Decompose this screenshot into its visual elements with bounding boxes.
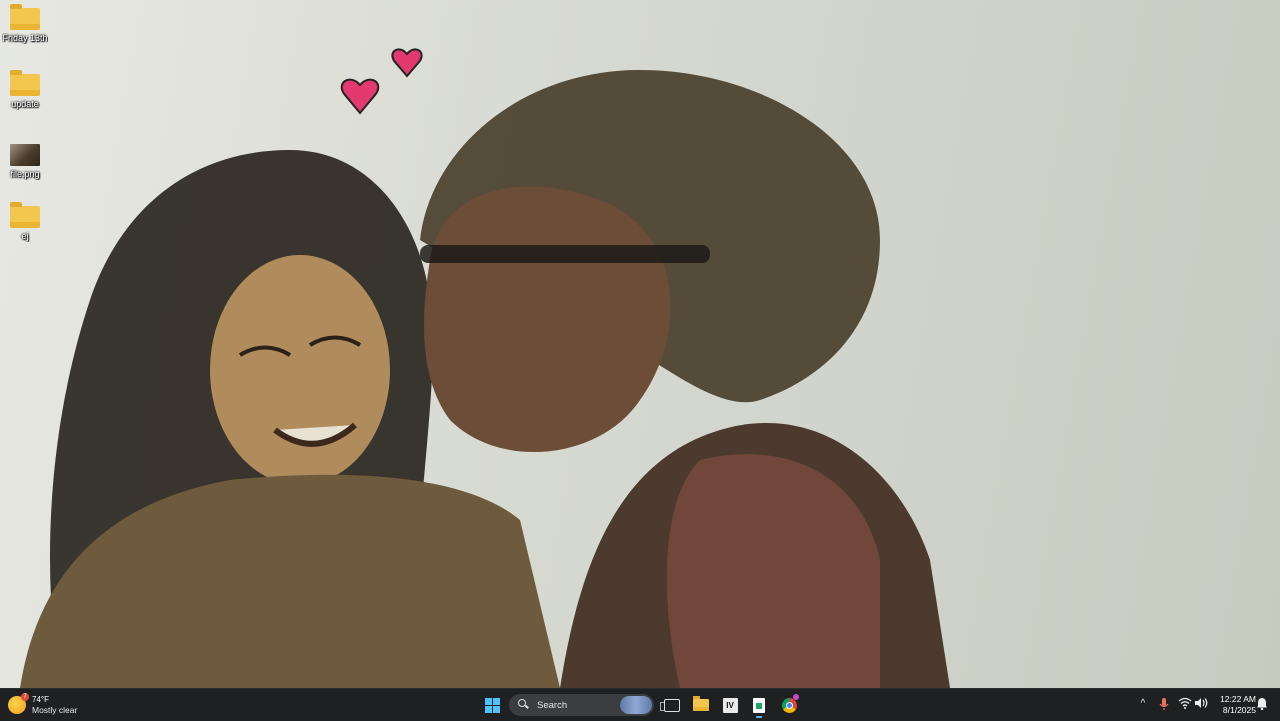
chrome-profile-badge	[793, 694, 799, 700]
search-icon	[516, 697, 532, 713]
folder-icon	[693, 696, 709, 711]
weather-badge: 7	[21, 693, 29, 701]
taskbar: 7 74°F Mostly clear Search IV ^ 12:22 AM…	[0, 688, 1280, 721]
system-clock[interactable]: 12:22 AM 8/1/2025	[1212, 694, 1256, 716]
iv-app-button[interactable]: IV	[717, 692, 743, 718]
volume-icon[interactable]	[1194, 697, 1208, 711]
weather-condition: Mostly clear	[32, 705, 78, 715]
show-hidden-icons-button[interactable]: ^	[1136, 697, 1150, 711]
desktop-icon-image-file[interactable]: file.png	[2, 136, 48, 180]
weather-widget[interactable]: 7 74°F Mostly clear	[8, 692, 77, 718]
desktop-wallpaper	[0, 0, 1280, 688]
folder-icon	[10, 202, 40, 228]
start-button[interactable]	[479, 692, 505, 718]
iv-app-icon: IV	[722, 697, 738, 713]
wallpaper-artwork	[20, 48, 950, 688]
clock-date: 8/1/2025	[1222, 705, 1256, 715]
active-indicator	[756, 716, 762, 718]
chrome-button[interactable]	[776, 692, 802, 718]
desktop-icon-label: ej	[21, 231, 29, 241]
folder-icon	[10, 70, 40, 96]
search-highlight-image	[620, 696, 652, 714]
desktop-icon-label: Friday 13th	[2, 33, 48, 43]
notification-bell-icon[interactable]	[1255, 697, 1269, 711]
microphone-icon[interactable]	[1157, 697, 1171, 711]
task-view-icon	[660, 698, 680, 712]
weather-sun-icon: 7	[8, 693, 29, 714]
task-view-button[interactable]	[659, 692, 685, 718]
folder-icon	[10, 4, 40, 30]
desktop-icon-friday-13th[interactable]: Friday 13th	[2, 0, 48, 44]
windows-logo-icon	[484, 697, 500, 713]
search-label: Search	[537, 699, 568, 711]
clock-time: 12:22 AM	[1220, 694, 1256, 704]
spreadsheet-app-button[interactable]	[746, 692, 772, 718]
desktop-icon-label: update	[11, 99, 39, 109]
image-thumbnail-icon	[10, 144, 40, 166]
wifi-icon[interactable]	[1178, 697, 1192, 711]
taskbar-search[interactable]: Search	[509, 694, 654, 716]
weather-temperature: 74°F	[32, 695, 49, 704]
desktop-icon-update[interactable]: update	[2, 66, 48, 110]
sheet-app-icon	[753, 697, 765, 713]
file-explorer-button[interactable]	[688, 692, 714, 718]
desktop-icon-ej[interactable]: ej	[2, 198, 48, 242]
desktop-icon-label: file.png	[10, 169, 40, 179]
